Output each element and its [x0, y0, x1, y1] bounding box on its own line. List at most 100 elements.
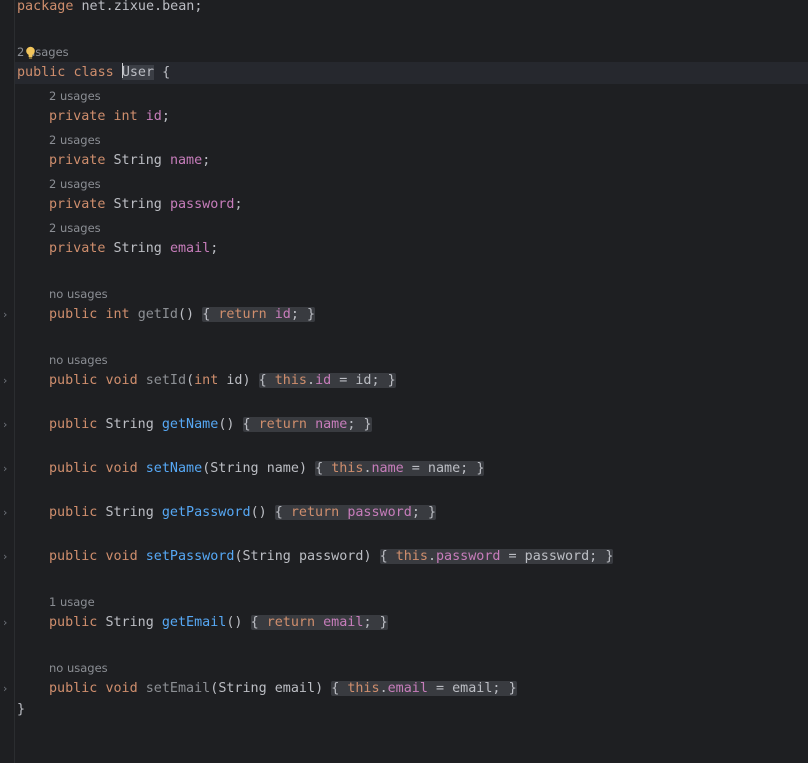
field-usages-hint[interactable]: 2 usages: [49, 87, 101, 105]
return-type: void: [105, 461, 138, 476]
keyword-return: return: [266, 615, 316, 630]
method-usages-hint[interactable]: no usages: [49, 285, 108, 303]
class-declaration[interactable]: public class User {: [17, 62, 170, 84]
return-type: String: [105, 615, 154, 630]
method-usages-hint[interactable]: no usages: [49, 659, 108, 677]
semicolon: ;: [234, 197, 243, 212]
field-usages-hint[interactable]: 2 usages: [49, 219, 101, 237]
method-setEmail[interactable]: public void setEmail(String email) { thi…: [49, 678, 517, 700]
package-name: net.zixue.bean;: [81, 0, 203, 14]
folded-body[interactable]: { return email; }: [250, 615, 388, 630]
folded-body[interactable]: { this.id = id; }: [258, 373, 396, 388]
keyword: public: [49, 505, 98, 520]
method-name: getId: [137, 307, 178, 322]
method-name: getName: [161, 417, 219, 432]
open-brace: {: [258, 373, 267, 388]
keyword-this: this: [395, 549, 428, 564]
param-type: int: [194, 373, 219, 388]
method-params: (): [250, 505, 267, 520]
close-brace: }: [508, 681, 517, 696]
fold-arrow-icon[interactable]: ›: [3, 370, 11, 392]
keyword: public: [49, 373, 98, 388]
folded-body[interactable]: { return password; }: [274, 505, 436, 520]
open-brace: {: [202, 307, 211, 322]
method-setId[interactable]: public void setId(int id) { this.id = id…: [49, 370, 396, 392]
method-setPassword[interactable]: public void setPassword(String password)…: [49, 546, 614, 568]
fold-arrow-icon[interactable]: ›: [3, 678, 11, 700]
field-usages-hint[interactable]: 2 usages: [49, 131, 101, 149]
class-name[interactable]: User: [121, 63, 155, 80]
paren-close: ): [242, 373, 251, 388]
fold-arrow-icon[interactable]: ›: [3, 546, 11, 568]
method-usages-hint[interactable]: no usages: [49, 351, 108, 369]
code-editor[interactable]: package net.zixue.bean; 2 usages public …: [0, 0, 808, 763]
field-type: String: [113, 153, 162, 168]
close-brace: }: [363, 417, 372, 432]
method-params: (): [226, 615, 243, 630]
paren-open: (: [186, 373, 195, 388]
field-declaration[interactable]: private String password;: [49, 194, 243, 216]
keyword: private: [49, 153, 106, 168]
open-brace: {: [315, 461, 324, 476]
paren-close: ): [315, 681, 324, 696]
gutter-divider: [14, 0, 15, 763]
field-ref: password: [347, 505, 412, 520]
fold-arrow-icon[interactable]: ›: [3, 304, 11, 326]
folded-body[interactable]: { return name; }: [242, 417, 372, 432]
method-usages-hint[interactable]: 1 usage: [49, 593, 95, 611]
field-name: password: [169, 197, 235, 212]
field-usages-hint[interactable]: 2 usages: [49, 175, 101, 193]
folded-body[interactable]: { return id; }: [202, 307, 316, 322]
fold-arrow-icon[interactable]: ›: [3, 414, 11, 436]
lightbulb-icon[interactable]: [25, 46, 36, 59]
method-getName[interactable]: public String getName() { return name; }: [49, 414, 372, 436]
open-brace: {: [379, 549, 388, 564]
close-brace: }: [307, 307, 316, 322]
method-setName[interactable]: public void setName(String name) { this.…: [49, 458, 485, 480]
param-type: String: [210, 461, 259, 476]
method-getPassword[interactable]: public String getPassword() { return pas…: [49, 502, 436, 524]
folded-body[interactable]: { this.email = email; }: [331, 681, 517, 696]
field-declaration[interactable]: private String email;: [49, 238, 218, 260]
keyword-return: return: [258, 417, 307, 432]
param-name: password: [298, 549, 364, 564]
folded-body[interactable]: { this.password = password; }: [379, 549, 614, 564]
assignment: = name;: [403, 461, 469, 476]
field-type: String: [113, 197, 162, 212]
keyword-return: return: [290, 505, 340, 520]
paren-close: ): [298, 461, 307, 476]
field-ref: email: [387, 681, 428, 696]
return-type: void: [105, 681, 138, 696]
package-declaration[interactable]: package net.zixue.bean;: [17, 0, 202, 18]
keyword: private: [49, 197, 106, 212]
folded-body[interactable]: { this.name = name; }: [315, 461, 485, 476]
semicolon: ;: [210, 241, 219, 256]
open-brace: {: [242, 417, 251, 432]
method-name: getPassword: [161, 505, 251, 520]
keyword-this: this: [274, 373, 307, 388]
field-ref: name: [315, 417, 348, 432]
return-type: void: [105, 373, 138, 388]
keyword: private: [49, 109, 106, 124]
method-name: getEmail: [161, 615, 227, 630]
keyword: public: [49, 615, 98, 630]
keyword-class: class: [73, 65, 114, 80]
open-brace: {: [331, 681, 340, 696]
fold-arrow-icon[interactable]: ›: [3, 502, 11, 524]
method-getEmail[interactable]: public String getEmail() { return email;…: [49, 612, 388, 634]
method-name: setPassword: [145, 549, 235, 564]
method-getId[interactable]: public int getId() { return id; }: [49, 304, 316, 326]
keyword: package: [17, 0, 74, 14]
keyword-return: return: [218, 307, 267, 322]
close-brace: }: [379, 615, 388, 630]
field-name: email: [169, 241, 211, 256]
field-declaration[interactable]: private int id;: [49, 106, 170, 128]
return-type: void: [105, 549, 138, 564]
fold-arrow-icon[interactable]: ›: [3, 612, 11, 634]
fold-arrow-icon[interactable]: ›: [3, 458, 11, 480]
semicolon: ;: [290, 307, 299, 322]
semicolon: ;: [161, 109, 170, 124]
field-ref: id: [315, 373, 332, 388]
class-close-brace[interactable]: }: [17, 699, 25, 721]
field-declaration[interactable]: private String name;: [49, 150, 210, 172]
